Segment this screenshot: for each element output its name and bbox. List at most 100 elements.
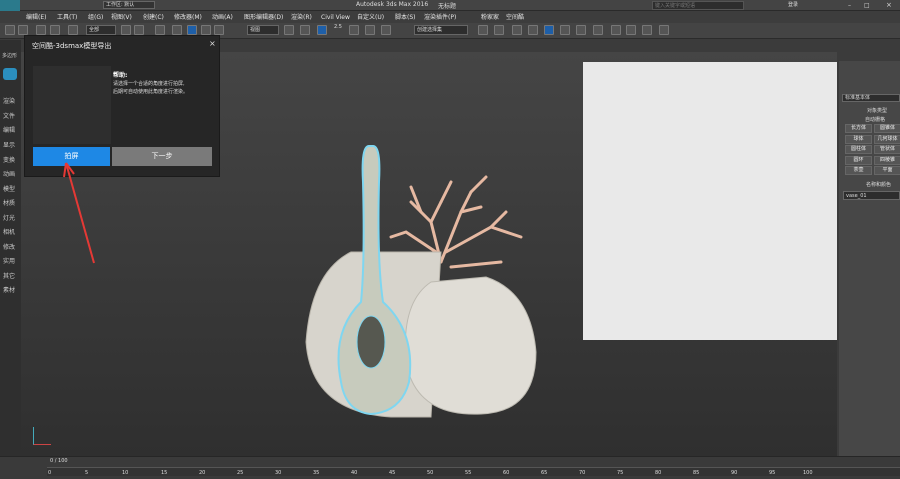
render-production-icon[interactable] [626, 25, 636, 35]
sidebar-item-display[interactable]: 显示 [3, 140, 15, 149]
align-icon[interactable] [494, 25, 504, 35]
tick-label: 60 [503, 470, 510, 476]
minimize-icon[interactable]: – [848, 2, 851, 9]
tube-button[interactable]: 管状体 [874, 145, 900, 154]
category-dropdown[interactable]: 标准基本体 [842, 94, 900, 102]
name-color-rollout[interactable]: 名称和颜色 [866, 181, 891, 188]
tick-label: 45 [389, 470, 396, 476]
login-button[interactable]: 登录 [788, 1, 798, 8]
sidebar-item-lights[interactable]: 灯光 [3, 213, 15, 222]
window-crossing-icon[interactable] [172, 25, 182, 35]
autogrid-checkbox[interactable]: 自动栅格 [865, 116, 885, 123]
close-icon[interactable]: × [886, 1, 892, 9]
plane-button[interactable]: 平面 [874, 166, 900, 175]
select-rotate-icon[interactable] [201, 25, 211, 35]
unlink-icon[interactable] [50, 25, 60, 35]
curve-editor-icon[interactable] [544, 25, 554, 35]
redo-icon[interactable] [18, 25, 28, 35]
torus-button[interactable]: 圆环 [845, 156, 872, 165]
select-by-name-icon[interactable] [134, 25, 144, 35]
teapot-button[interactable]: 茶壶 [845, 166, 872, 175]
rendered-frame-icon[interactable] [611, 25, 621, 35]
sidebar-item-animation[interactable]: 动画 [3, 169, 15, 178]
time-slider-frame[interactable]: 0 / 100 [50, 458, 68, 464]
link-icon[interactable] [36, 25, 46, 35]
sidebar-item-camera[interactable]: 相机 [3, 227, 15, 236]
object-name-field[interactable]: vase_01 [843, 191, 900, 200]
pivot-icon[interactable] [284, 25, 294, 35]
named-selection-dropdown[interactable]: 创建选择集 [414, 25, 468, 35]
sidebar-item-transform[interactable]: 变换 [3, 155, 15, 164]
vase-round-right [404, 276, 537, 415]
search-input[interactable] [652, 1, 744, 10]
sidebar-item-file[interactable]: 文件 [3, 111, 15, 120]
angle-snap-value[interactable]: 2.5 [334, 24, 342, 30]
select-object-icon[interactable] [121, 25, 131, 35]
selection-filter-dropdown[interactable]: 全部 [86, 25, 116, 35]
bind-space-warp-icon[interactable] [68, 25, 78, 35]
tick-label: 85 [693, 470, 700, 476]
render-activeshade-icon[interactable] [659, 25, 669, 35]
sphere-button[interactable]: 球体 [845, 135, 872, 144]
help-title: 帮助: [113, 72, 128, 79]
maximize-icon[interactable]: □ [864, 2, 870, 9]
sidebar-item-utility[interactable]: 实用 [3, 256, 15, 265]
sidebar-item-modify[interactable]: 修改 [3, 242, 15, 251]
snaps-toggle-icon[interactable] [317, 25, 327, 35]
timeline[interactable]: 0 / 100 [0, 456, 900, 479]
help-line-1: 请选择一个合适的角度进行拍屏, [113, 81, 185, 87]
sidebar-item-model[interactable]: 模型 [3, 184, 15, 193]
tick-label: 100 [803, 470, 813, 476]
command-panel: 标准基本体 对象类型 自动栅格 [839, 61, 900, 458]
vase-scene[interactable] [291, 142, 571, 422]
mirror-icon[interactable] [478, 25, 488, 35]
render-setup-icon[interactable] [593, 25, 603, 35]
ribbon-icon[interactable] [528, 25, 538, 35]
box-button[interactable]: 长方体 [845, 124, 872, 133]
layer-manager-icon[interactable] [512, 25, 522, 35]
cylinder-button[interactable]: 圆柱体 [845, 145, 872, 154]
geosphere-button[interactable]: 几何球体 [874, 135, 900, 144]
vase-hole [356, 315, 386, 369]
dialog-close-icon[interactable]: × [209, 39, 216, 48]
annotation-arrow [63, 162, 95, 264]
sidebar-item-material[interactable]: 材质 [3, 198, 15, 207]
window-title-app: Autodesk 3ds Max 2016 [356, 1, 429, 8]
object-type-rollout[interactable]: 对象类型 [867, 107, 887, 114]
tick-label: 55 [465, 470, 472, 476]
cone-button[interactable]: 圆锥体 [874, 124, 900, 133]
tick-label: 25 [237, 470, 244, 476]
title-bar: 工作区: 默认 Autodesk 3ds Max 2016 无标题 登录 – □… [0, 0, 900, 22]
tick-label: 35 [313, 470, 320, 476]
material-editor-icon[interactable] [576, 25, 586, 35]
select-move-icon[interactable] [187, 25, 197, 35]
percent-snap-icon[interactable] [349, 25, 359, 35]
sidebar-tab[interactable]: 多边形 [2, 52, 17, 59]
tick-label: 20 [199, 470, 206, 476]
dialog-title: 空间酷-3dsmax模型导出 [32, 42, 112, 50]
reference-coord-dropdown[interactable]: 视图 [247, 25, 279, 35]
sidebar-item-other[interactable]: 其它 [3, 271, 15, 280]
schematic-view-icon[interactable] [560, 25, 570, 35]
tick-label: 75 [617, 470, 624, 476]
edit-named-selection-icon[interactable] [381, 25, 391, 35]
view-axis-gizmo [33, 427, 51, 445]
tick-label: 0 [48, 470, 52, 476]
sidebar-item-render[interactable]: 渲染 [3, 96, 15, 105]
pyramid-button[interactable]: 四棱锥 [874, 156, 900, 165]
sidebar-item-edit[interactable]: 编辑 [3, 125, 15, 134]
select-scale-icon[interactable] [214, 25, 224, 35]
undo-icon[interactable] [5, 25, 15, 35]
next-button[interactable]: 下一步 [112, 147, 212, 166]
sidebar-item-assets[interactable]: 素材 [3, 285, 15, 294]
tick-label: 65 [541, 470, 548, 476]
viewport-white-panel [583, 62, 837, 340]
tick-label: 10 [122, 470, 129, 476]
rect-selection-icon[interactable] [155, 25, 165, 35]
tick-label: 15 [161, 470, 168, 476]
tick-label: 5 [85, 470, 89, 476]
workspace-dropdown[interactable]: 工作区: 默认 [103, 1, 155, 9]
spinner-snap-icon[interactable] [365, 25, 375, 35]
render-iterative-icon[interactable] [642, 25, 652, 35]
manipulate-icon[interactable] [300, 25, 310, 35]
